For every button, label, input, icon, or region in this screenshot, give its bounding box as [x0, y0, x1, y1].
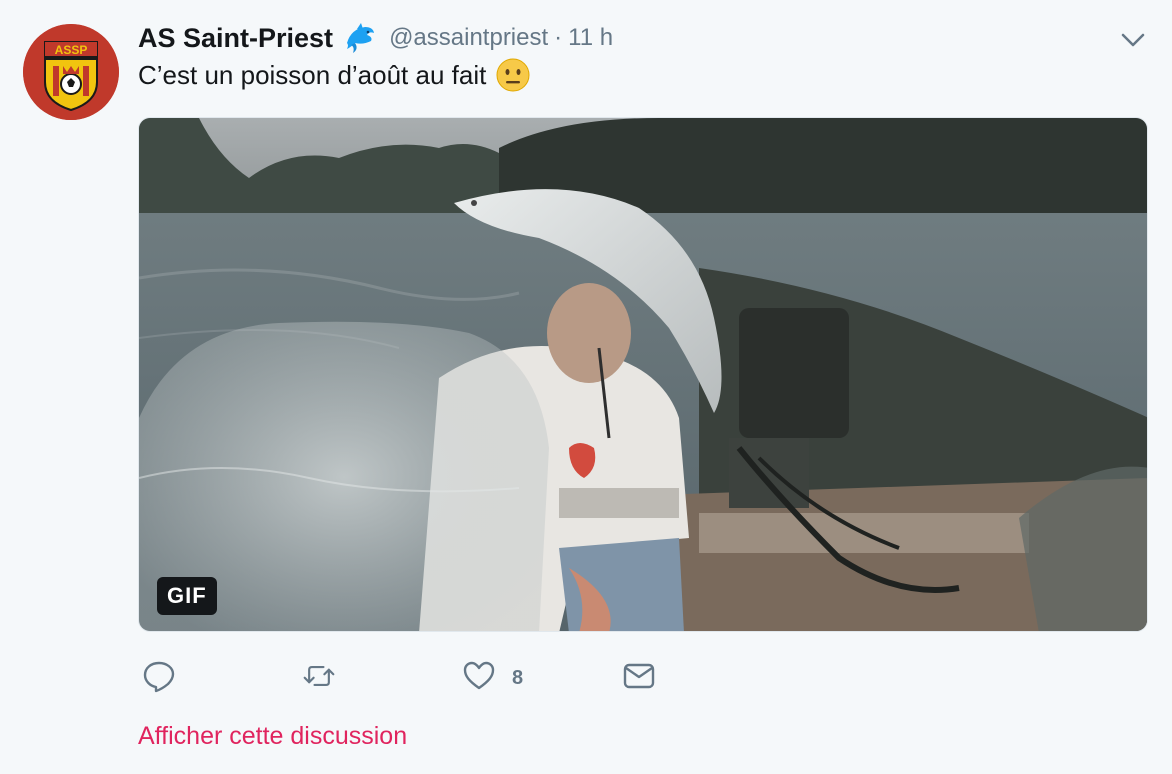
heart-icon — [462, 659, 496, 698]
tweet-text-content: C’est un poisson d’août au fait — [138, 59, 487, 90]
gif-badge: GIF — [157, 577, 217, 615]
reply-button[interactable] — [142, 658, 176, 698]
tweet[interactable]: ASSP AS Saint-Priest @assaintpriest · 11… — [0, 0, 1172, 774]
retweet-button[interactable] — [302, 658, 336, 698]
reply-icon — [142, 659, 176, 698]
like-button[interactable]: 8 — [462, 658, 523, 698]
show-thread-link[interactable]: Afficher cette discussion — [138, 722, 407, 751]
author-handle[interactable]: @assaintpriest — [389, 24, 548, 52]
tweet-header: AS Saint-Priest @assaintpriest · 11 h — [138, 20, 613, 56]
avatar[interactable]: ASSP — [23, 24, 119, 120]
author-name[interactable]: AS Saint-Priest — [138, 23, 333, 54]
neutral-face-emoji — [496, 58, 530, 92]
timestamp[interactable]: 11 h — [568, 24, 613, 52]
avatar-text: ASSP — [55, 43, 88, 57]
gif-media[interactable]: GIF — [138, 117, 1148, 632]
gif-frame-image — [139, 118, 1147, 631]
retweet-icon — [302, 659, 336, 698]
separator-dot: · — [554, 24, 563, 51]
direct-message-button[interactable] — [622, 658, 656, 698]
chevron-down-icon[interactable] — [1118, 30, 1148, 50]
like-count: 8 — [512, 666, 524, 689]
tweet-text: C’est un poisson d’août au fait — [138, 58, 530, 92]
dolphin-icon — [343, 21, 377, 55]
mail-icon — [622, 659, 656, 698]
